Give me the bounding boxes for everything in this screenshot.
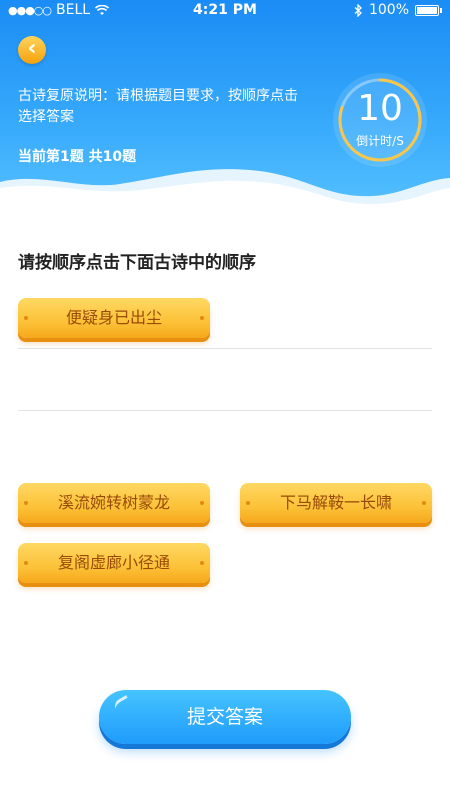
chip-rivet: [200, 316, 204, 320]
answer-line: [18, 348, 432, 349]
status-bar: ●●●○○ BELL 4:21 PM 100%: [0, 0, 450, 22]
option-chip-label: 复阁虚廊小径通: [57, 553, 170, 572]
submit-label: 提交答案: [186, 706, 263, 728]
chip-rivet: [246, 501, 250, 505]
option-chip-label: 溪流婉转树蒙龙: [57, 493, 170, 512]
option-chip[interactable]: 复阁虚廊小径通: [18, 543, 210, 583]
chevron-left-icon: ‹: [27, 36, 37, 61]
chip-rivet: [24, 561, 28, 565]
answer-line: [18, 410, 432, 411]
instruction-text: 古诗复原说明：请根据题目要求，按顺序点击选择答案: [18, 88, 298, 125]
chip-rivet: [200, 561, 204, 565]
option-chip-label: 下马解鞍一长啸: [279, 493, 392, 512]
bluetooth-icon: [354, 3, 362, 17]
chip-rivet: [24, 501, 28, 505]
question-prompt: 请按顺序点击下面古诗中的顺序: [18, 253, 256, 273]
battery-icon: [415, 4, 439, 16]
option-chip[interactable]: 下马解鞍一长啸: [240, 483, 432, 523]
chip-rivet: [24, 316, 28, 320]
back-button[interactable]: ‹: [18, 36, 46, 64]
battery-cap: [440, 7, 442, 13]
battery-percent: 100%: [368, 2, 409, 18]
submit-answer-button[interactable]: 提交答案: [99, 690, 351, 744]
answer-chip-label: 便疑身已出尘: [65, 308, 162, 327]
button-shine: [112, 695, 134, 716]
answer-chip[interactable]: 便疑身已出尘: [18, 298, 210, 338]
countdown-value: 10: [357, 88, 403, 129]
option-chip[interactable]: 溪流婉转树蒙龙: [18, 483, 210, 523]
question-progress: 当前第1题 共10题: [18, 149, 137, 165]
chip-rivet: [422, 501, 426, 505]
chip-rivet: [200, 501, 204, 505]
countdown-label: 倒计时/S: [356, 134, 404, 148]
